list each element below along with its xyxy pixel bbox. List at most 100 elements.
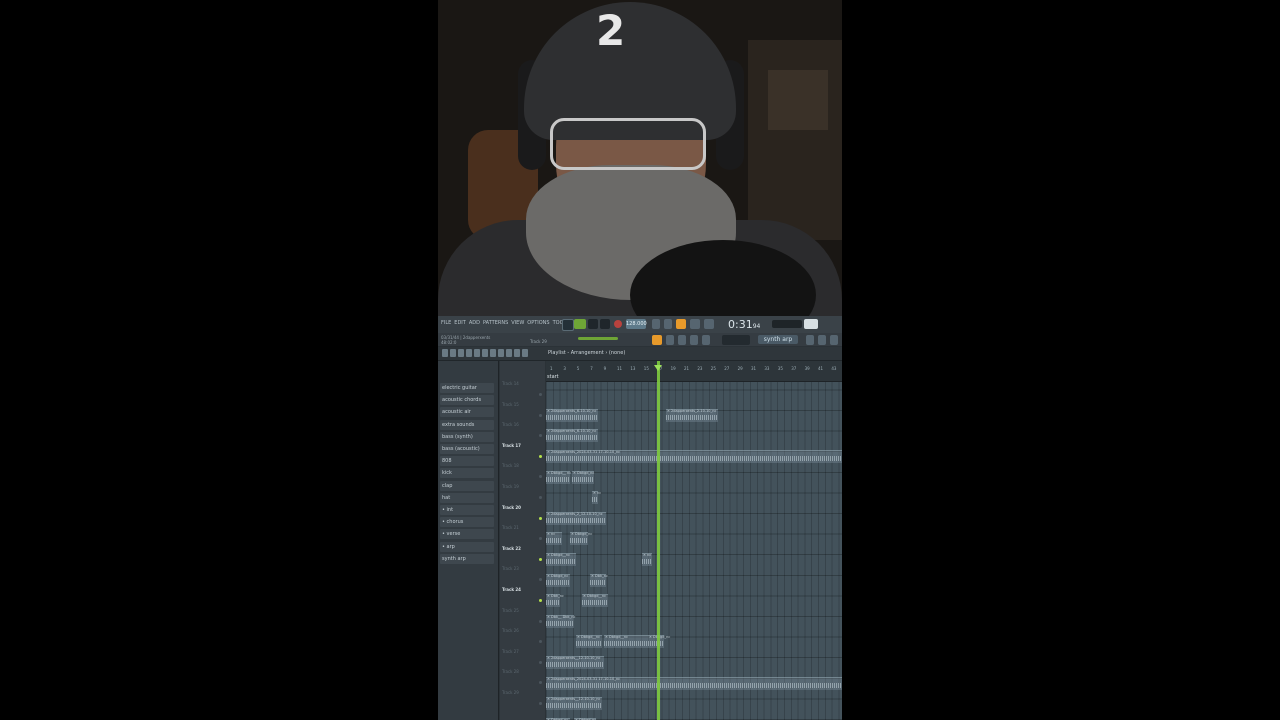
paint-tool-icon[interactable] [466, 349, 472, 357]
track-active-led[interactable] [539, 660, 542, 664]
track-header[interactable]: Track 29 [500, 690, 545, 710]
menu-item-add[interactable]: ADD [469, 320, 480, 326]
track-header[interactable]: Track 23 [500, 566, 545, 586]
audio-clip[interactable]: ✕ Dbkgd__nc [546, 553, 576, 566]
tool-icon-2[interactable] [678, 335, 686, 345]
delete-tool-icon[interactable] [474, 349, 480, 357]
track-header[interactable]: Track 20 [500, 505, 545, 525]
pattern-item[interactable]: kick [440, 468, 494, 479]
track-active-led[interactable] [539, 557, 542, 561]
snap-icon[interactable] [652, 335, 662, 345]
track-active-led[interactable] [539, 516, 542, 520]
zoom-tool-icon[interactable] [514, 349, 520, 357]
tool-icon-4[interactable] [702, 335, 710, 345]
track-active-led[interactable] [539, 681, 542, 685]
track-active-led[interactable] [539, 393, 542, 396]
current-pattern-selector[interactable]: synth arp [758, 335, 798, 344]
track-active-led[interactable] [539, 640, 542, 644]
track-active-led[interactable] [539, 413, 542, 417]
mixer-icon[interactable] [806, 335, 814, 345]
audio-clip[interactable]: ✕ 2dapperxents__12-10-10_nc [546, 697, 602, 711]
select-tool-icon[interactable] [506, 349, 512, 357]
wait-record-button[interactable] [664, 319, 672, 329]
timeline-ruler[interactable]: start 1357911131517192123252729313335373… [546, 361, 842, 382]
audio-clip[interactable]: ✕ Dbk_nc [546, 594, 564, 608]
tempo-display[interactable]: 128.000 [626, 319, 647, 329]
track-header[interactable]: Track 24 [500, 587, 545, 607]
pattern-item[interactable]: clap [440, 480, 494, 491]
menu-item-file[interactable]: FILE [441, 320, 451, 326]
pattern-item[interactable]: • verse [440, 529, 494, 540]
audio-clip[interactable]: ✕ Dbkgd__nc [604, 635, 648, 649]
track-header[interactable]: Track 27 [500, 649, 545, 669]
snap-magnet-icon[interactable] [450, 349, 456, 357]
audio-clip[interactable]: ✕ 2dapperxents__12-10-10_nc [546, 656, 604, 669]
pattern-item[interactable]: bass (acoustic) [440, 444, 494, 454]
line-selector[interactable] [722, 335, 750, 345]
audio-clip[interactable]: ✕ 2dapperxents_2-10-10_nc [666, 408, 718, 422]
playlist-grid[interactable]: ✕ 2dapperxents_6-10-10_nc ✕ 2dapperxents_… [546, 361, 842, 720]
piano-roll-icon[interactable] [830, 335, 838, 345]
playhead[interactable] [657, 361, 660, 720]
track-header[interactable]: Track 19 [500, 484, 545, 504]
track-active-led[interactable] [539, 475, 542, 479]
pause-button[interactable] [588, 319, 598, 329]
track-header[interactable]: Track 25 [500, 608, 545, 628]
track-header[interactable]: Track 28 [500, 669, 545, 689]
channel-rack-icon[interactable] [818, 335, 826, 345]
stop-button[interactable] [600, 319, 610, 329]
track-active-led[interactable] [539, 702, 542, 705]
audio-clip[interactable]: ✕ 2dapperxents_6-10-10_nc [546, 408, 598, 422]
pattern-item[interactable]: • arp [440, 541, 494, 552]
track-active-led[interactable] [539, 599, 542, 602]
audio-clip[interactable]: ✕ Dbkgd__nc [582, 594, 608, 608]
audio-clip[interactable]: ✕ nc [642, 553, 652, 566]
audio-clip[interactable]: ✕ 2dapperxents_6-10-10_nc [546, 429, 598, 443]
master-pitch-slider[interactable] [578, 337, 618, 340]
playback-tool-icon[interactable] [522, 349, 528, 357]
draw-tool-icon[interactable] [458, 349, 464, 357]
audio-clip[interactable]: ✕ nc [592, 491, 601, 505]
pattern-item[interactable]: acoustic air [440, 407, 494, 418]
track-header[interactable]: Track 18 [500, 463, 545, 483]
track-active-led[interactable] [539, 496, 542, 499]
master-volume-bar[interactable] [804, 319, 818, 329]
track-header[interactable]: Track 21 [500, 525, 545, 545]
tool-icon-1[interactable] [666, 335, 674, 345]
menu-item-edit[interactable]: EDIT [454, 320, 466, 326]
audio-clip[interactable]: ✕ Dbk_nc [590, 573, 608, 587]
pattern-item[interactable]: electric guitar [440, 383, 494, 393]
pattern-item[interactable]: extra sounds [440, 419, 494, 430]
slip-tool-icon[interactable] [490, 349, 496, 357]
track-header[interactable]: Track 15 [500, 402, 545, 422]
pattern-item[interactable]: • chorus [440, 517, 494, 528]
metronome-button[interactable] [652, 319, 660, 329]
tool-icon-3[interactable] [690, 335, 698, 345]
audio-clip[interactable]: ✕ Dbkgd_nc [570, 532, 592, 546]
blend-notes-button[interactable] [704, 319, 714, 329]
track-active-led[interactable] [539, 434, 542, 438]
track-active-led[interactable] [539, 578, 542, 582]
start-marker[interactable]: start [547, 374, 559, 380]
audio-clip[interactable]: ✕ nc [546, 532, 562, 546]
countdown-button[interactable] [676, 319, 686, 329]
audio-clip[interactable]: ✕ 2dapperxents_2024-03-31 17-10-10_nc [546, 450, 842, 463]
menu-arrow-icon[interactable] [442, 349, 448, 357]
audio-clip[interactable]: ✕ Dbkgd__ nc [546, 470, 571, 484]
audio-clip[interactable]: ✕ Dbkgd_nc [572, 470, 594, 484]
pattern-item[interactable]: synth arp [440, 553, 494, 564]
audio-clip[interactable]: ✕ Dbkgd_nc [546, 573, 570, 587]
record-button[interactable] [614, 320, 622, 328]
track-header[interactable]: Track 26 [500, 628, 545, 648]
track-active-led[interactable] [539, 537, 542, 541]
pattern-item[interactable]: acoustic chords [440, 395, 494, 406]
track-header[interactable]: Track 22 [500, 546, 545, 566]
track-active-led[interactable] [539, 454, 542, 458]
menu-item-view[interactable]: VIEW [511, 320, 524, 326]
audio-clip[interactable]: ✕ Dbkgd__nc [576, 635, 602, 649]
track-header[interactable]: Track 16 [500, 422, 545, 442]
pattern-item[interactable]: bass (synth) [440, 431, 494, 442]
audio-clip[interactable]: ✕ 2dapperxents_2_12-10-10_nc [546, 511, 606, 525]
playhead-marker[interactable] [654, 365, 662, 371]
audio-clip[interactable]: ✕ 2dapperxents_2024-03-31 17-10-10_nc [546, 676, 842, 690]
